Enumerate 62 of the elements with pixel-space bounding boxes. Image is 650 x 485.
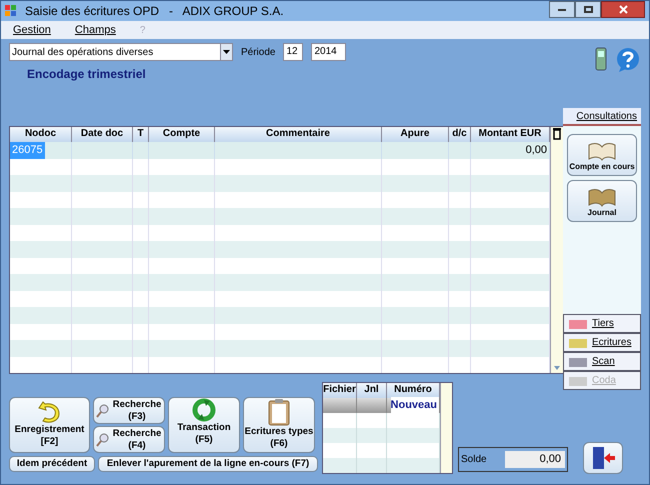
app-icon [5,5,17,17]
table-row[interactable]: 26075 0,00 [10,142,550,158]
balance-label: Solde [461,453,487,467]
consult-button[interactable]: Journal [567,180,637,222]
action-button[interactable]: Idem précédent [9,456,95,472]
side-tab[interactable]: Tiers [563,314,641,333]
side-tab[interactable]: Ecritures [563,333,641,352]
menu-item[interactable]: Champs [74,22,116,38]
table-cell: 26075 [10,142,45,158]
month-field[interactable]: 12 [283,43,304,61]
action-button[interactable]: Enlever l'apurement de la ligne en-cours (F7) [98,456,318,472]
book-icon [587,187,617,207]
close-button[interactable] [601,1,645,18]
maximize-button[interactable] [575,1,601,18]
column-header[interactable]: Commentaire [215,127,382,142]
column-header[interactable]: Numéro [387,383,440,398]
table-cell: Nouveau [390,397,439,414]
journal-dropdown[interactable]: Journal des opérations diverses [9,43,233,61]
action-button[interactable]: Transaction (F5) [168,397,240,453]
action-button[interactable]: Enregistrement [F2] [9,397,90,453]
table-row[interactable]: Nouveau [323,398,440,413]
tab-icon [568,356,588,368]
refresh-icon [192,398,216,422]
consultations-tab[interactable]: Consultations [563,108,641,126]
column-header[interactable]: Montant EUR [471,127,550,142]
column-header[interactable]: Apure [382,127,449,142]
magnifier-icon [96,404,110,418]
clipboard-icon [268,398,290,426]
exit-button[interactable] [583,442,623,474]
book-icon [587,141,617,161]
balance-field: 0,00 [505,451,565,468]
action-button[interactable]: Ecritures types (F6) [243,397,315,453]
minimize-button[interactable] [549,1,575,18]
column-header[interactable]: Compte [149,127,215,142]
column-header[interactable]: T [133,127,149,142]
tab-icon [568,336,588,348]
close-icon [618,5,628,14]
column-header[interactable]: Fichier [323,383,357,398]
action-button[interactable]: Recherche (F4) [93,426,165,453]
scrollbar[interactable] [440,383,452,473]
action-button[interactable]: Recherche (F3) [93,397,165,424]
trash-icon[interactable] [551,127,563,141]
caret-icon [223,50,230,54]
exit-door-icon [590,446,616,470]
column-header[interactable]: d/c [449,127,471,142]
column-header[interactable]: Nodoc [10,127,72,142]
period-label: Période [241,46,276,60]
column-header[interactable]: Date doc [72,127,133,142]
window-title: Saisie des écritures OPD - ADIX GROUP S.A. [25,3,285,20]
year-field[interactable]: 2014 [311,43,346,61]
tab-icon [568,374,588,386]
magnifier-icon [96,432,110,446]
phone-icon[interactable] [595,47,607,71]
side-tab[interactable]: Scan [563,352,641,371]
help-icon[interactable] [615,47,641,73]
scrollbar[interactable] [550,127,563,373]
tab-icon [568,318,588,330]
mode-subtitle: Encodage trimestriel [26,66,147,83]
consult-button[interactable]: Compte en cours [567,134,637,176]
column-header[interactable]: Jnl [357,383,387,398]
menu-item[interactable]: Gestion [13,22,51,38]
table-cell-text: 0,00 [524,143,548,158]
